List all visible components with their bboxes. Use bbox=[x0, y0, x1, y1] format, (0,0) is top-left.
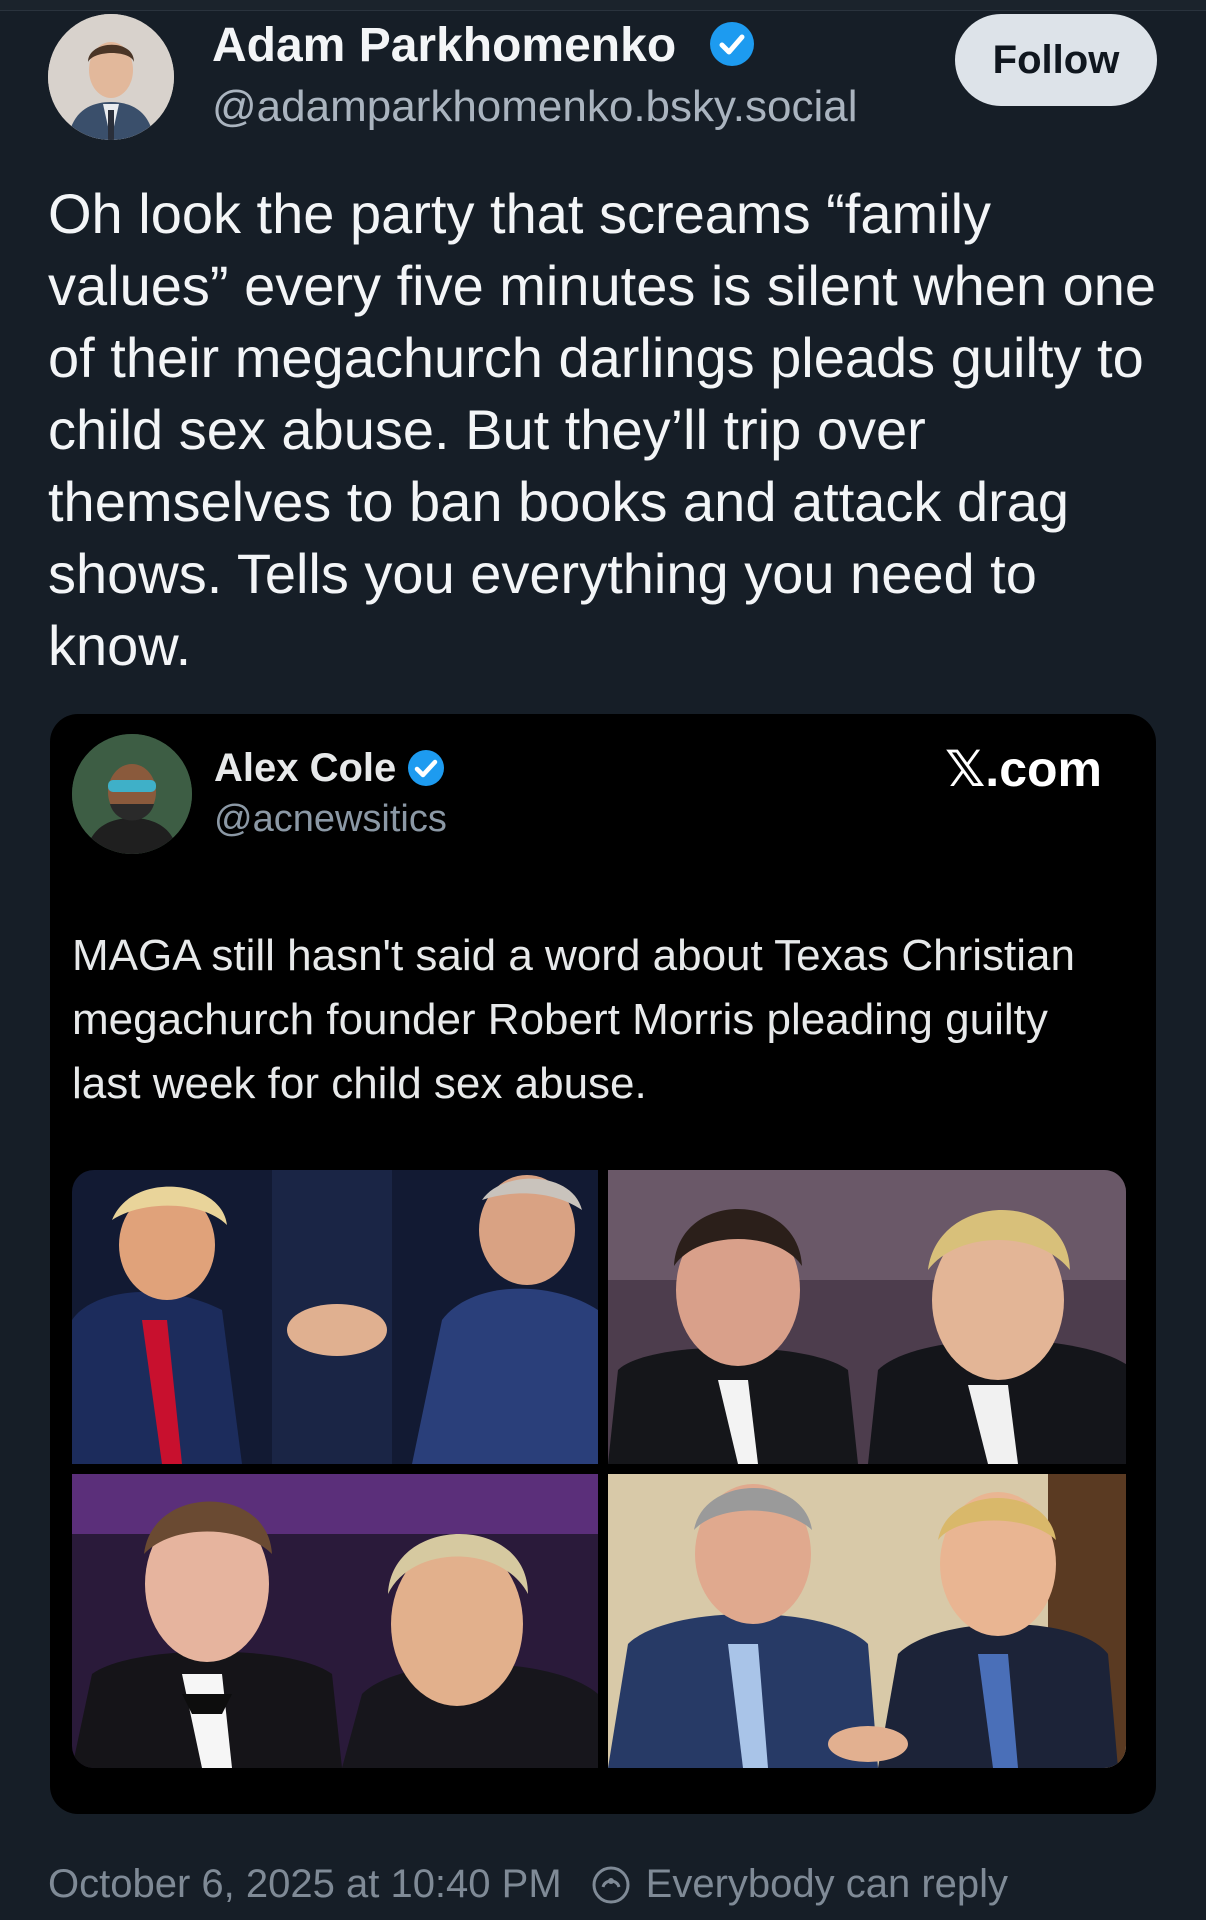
source-label[interactable]: 𝕏.com bbox=[945, 740, 1102, 798]
quoted-author-name[interactable]: Alex Cole bbox=[214, 746, 396, 791]
author-handle[interactable]: @adamparkhomenko.bsky.social bbox=[212, 82, 857, 132]
author-name[interactable]: Adam Parkhomenko bbox=[212, 18, 676, 73]
timestamp[interactable]: October 6, 2025 at 10:40 PM bbox=[48, 1862, 562, 1907]
post-text: Oh look the party that screams “family v… bbox=[48, 182, 1157, 677]
photo-3[interactable] bbox=[72, 1474, 598, 1768]
verified-badge-icon bbox=[408, 750, 444, 786]
photo-4[interactable] bbox=[608, 1474, 1126, 1768]
author-avatar[interactable] bbox=[48, 14, 174, 140]
quoted-author-handle[interactable]: @acnewsitics bbox=[214, 798, 447, 841]
top-divider bbox=[0, 0, 1206, 11]
photo-grid[interactable] bbox=[72, 1170, 1126, 1768]
photo-1[interactable] bbox=[72, 1170, 598, 1464]
reply-setting-icon bbox=[592, 1866, 630, 1903]
follow-button[interactable]: Follow bbox=[955, 14, 1157, 106]
reply-setting[interactable]: Everybody can reply bbox=[646, 1862, 1008, 1907]
photo-2[interactable] bbox=[608, 1170, 1126, 1464]
quoted-post-card[interactable]: Alex Cole @acnewsitics 𝕏.com MAGA still … bbox=[50, 714, 1156, 1814]
quoted-post-text: MAGA still hasn't said a word about Texa… bbox=[72, 931, 1075, 1108]
verified-badge-icon bbox=[710, 22, 754, 66]
quoted-author-avatar[interactable] bbox=[72, 734, 192, 854]
post-footer: October 6, 2025 at 10:40 PM Everybody ca… bbox=[48, 1862, 1008, 1907]
